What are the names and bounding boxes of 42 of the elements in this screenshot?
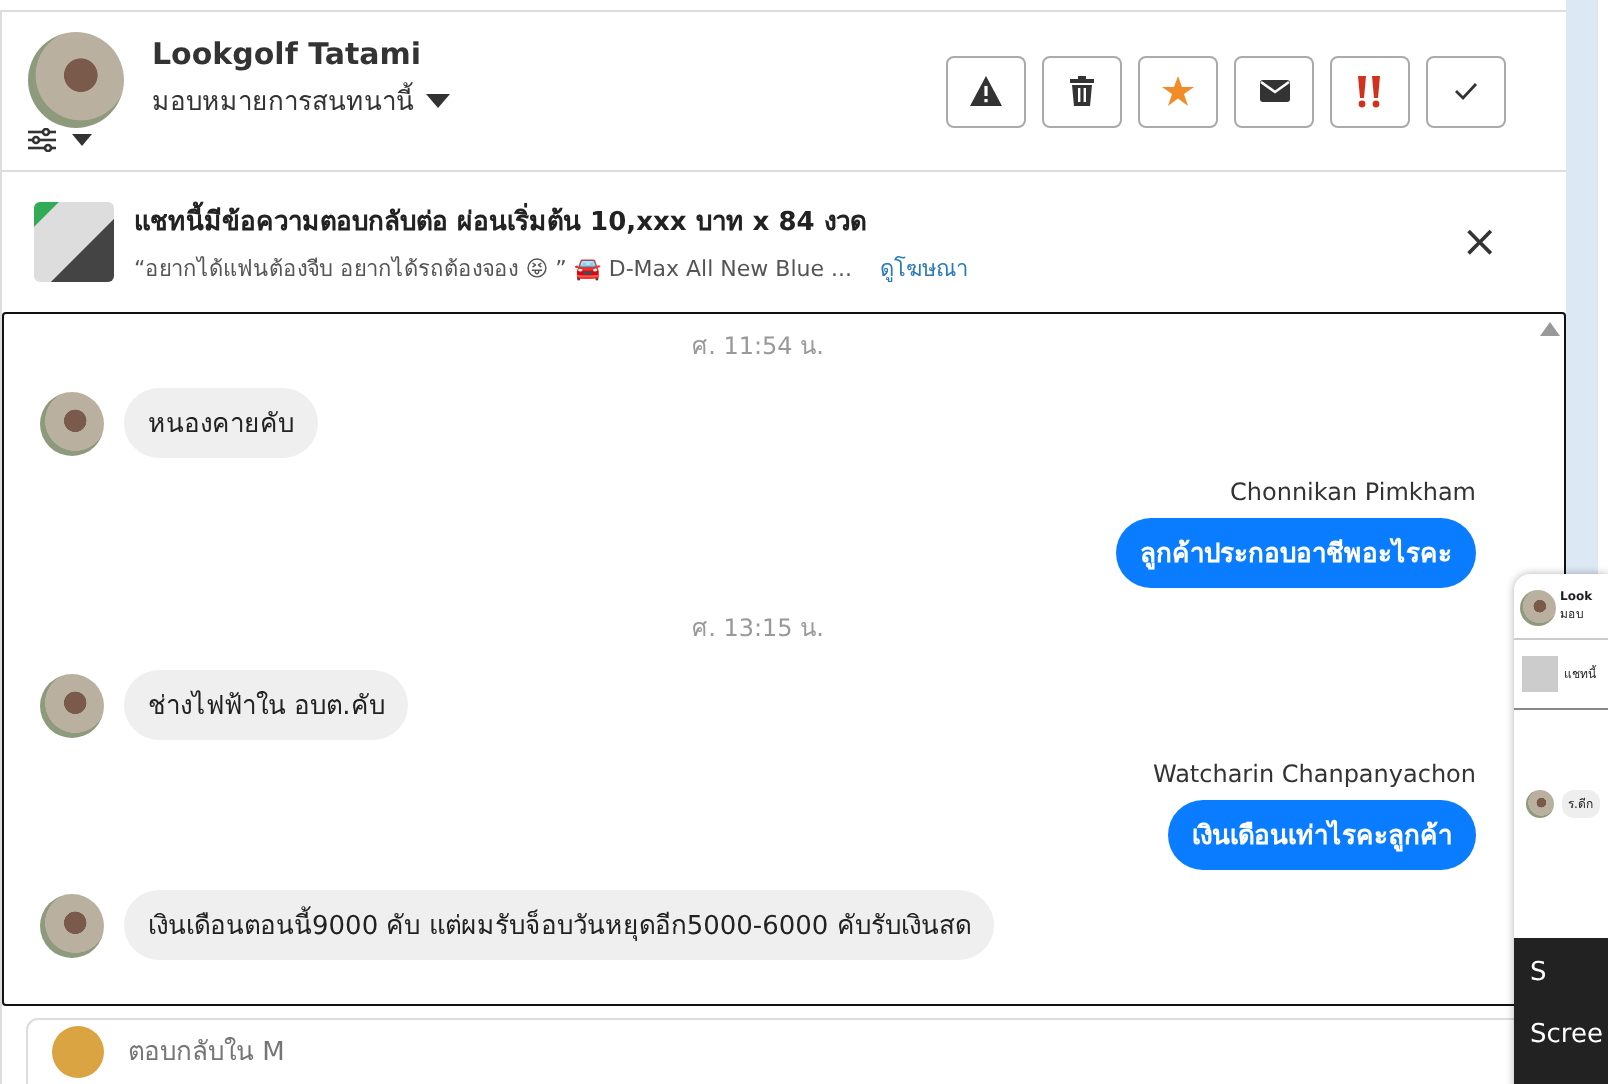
caret-icon[interactable] [72, 133, 92, 145]
avatar [28, 31, 124, 127]
caret-icon [426, 93, 450, 107]
message-bubble: ลูกค้าประกอบอาชีพอะไรคะ [1116, 518, 1476, 588]
star-icon [1162, 76, 1194, 106]
timestamp: ศ. 11:54 น. [690, 330, 826, 364]
sender-name: Watcharin Chanpanyachon [1152, 760, 1476, 788]
context-menu-item[interactable]: S [1530, 958, 1608, 988]
context-menu-item[interactable]: Scree [1530, 1020, 1608, 1050]
envelope-icon [1259, 80, 1289, 102]
view-ad-link[interactable]: ดูโฆษณา [879, 249, 968, 285]
trash-button[interactable] [1042, 55, 1122, 127]
urgent-button[interactable] [1330, 55, 1410, 127]
avatar [1520, 590, 1556, 626]
star-button[interactable] [1138, 55, 1218, 127]
photo-placeholder [1522, 656, 1558, 692]
avatar [40, 893, 104, 957]
message-bubble: เงินเดือนตอนนี้9000 คับ แต่ผมรับจ็อบวันหยุดอีก5000-6000 คับรับเงินสด [124, 890, 995, 960]
ad-title: แชทนี้มีข้อความตอบกลับต่อ ผ่อนเริ่มต้น 10,xxx บาท x 84 งวด [134, 199, 1434, 241]
contact-name: Lookgolf Tatami [152, 35, 424, 71]
sliders-icon[interactable] [28, 127, 56, 151]
page-avatar [52, 1026, 104, 1078]
trash-icon [1070, 76, 1094, 106]
ad-snippet: “อยากได้แฟนต้องจีบ อยากได้รถต้องจอง 😝 ” 🚘 D-Max All New Blue ... [134, 253, 852, 285]
avatar [40, 391, 104, 455]
warning-icon [970, 76, 1002, 106]
exclamation-icon [1356, 75, 1384, 107]
message-bubble: หนองคายคับ [124, 388, 318, 458]
close-button[interactable]: × [1453, 217, 1506, 267]
timestamp: ศ. 13:15 น. [690, 612, 826, 646]
assign-dropdown[interactable]: มอบหมายการสนทนานี้ [152, 79, 450, 121]
photo-placeholder [34, 202, 114, 282]
warn-button[interactable] [946, 55, 1026, 127]
check-button[interactable] [1426, 55, 1506, 127]
avatar [1526, 790, 1554, 818]
avatar [40, 673, 104, 737]
mail-button[interactable] [1234, 55, 1314, 127]
scroll-up-icon[interactable] [1540, 322, 1560, 336]
sender-name: Chonnikan Pimkham [1230, 478, 1476, 506]
message-bubble: เงินเดือนเท่าไรคะลูกค้า [1168, 800, 1476, 870]
check-icon [1454, 82, 1478, 100]
message-bubble: ช่างไฟฟ้าใน อบต.คับ [124, 670, 409, 740]
